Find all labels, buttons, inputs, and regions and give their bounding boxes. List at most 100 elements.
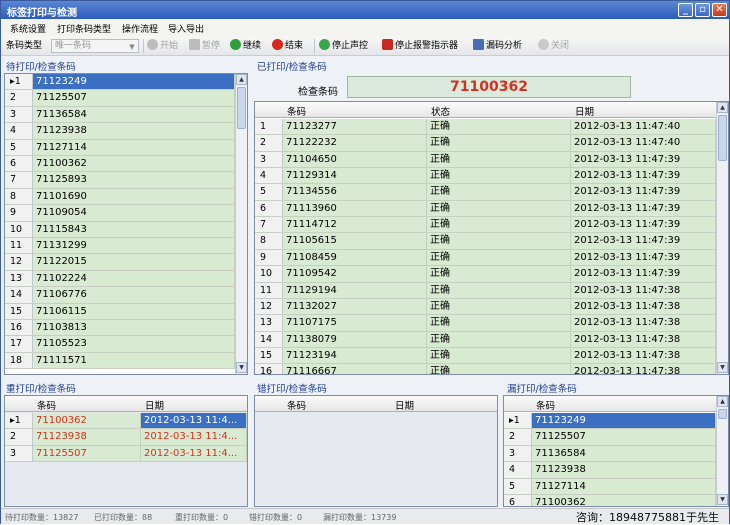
table-row[interactable]: 6 71100362 bbox=[504, 495, 716, 506]
table-row[interactable]: 4 71123938 bbox=[5, 123, 235, 140]
table-row[interactable]: 3 71136584 bbox=[5, 106, 235, 124]
table-row[interactable]: 5 71127114 bbox=[5, 139, 235, 156]
table-row[interactable]: ▸1 71100362 2012-03-13 11:4... bbox=[5, 413, 247, 430]
table-row[interactable]: 11 71131299 bbox=[5, 238, 235, 255]
table-row[interactable]: 13 71107175 正确 2012-03-13 11:47:38 bbox=[255, 315, 716, 332]
menu-print-barcode-type[interactable]: 打印条码类型 bbox=[57, 22, 111, 35]
row-header[interactable]: ▸1 bbox=[5, 74, 33, 90]
row-header[interactable]: 17 bbox=[5, 336, 33, 352]
table-row[interactable]: 6 71113960 正确 2012-03-13 11:47:39 bbox=[255, 200, 716, 218]
table-row[interactable]: 4 71123938 bbox=[504, 462, 716, 479]
table-row[interactable]: 12 71122015 bbox=[5, 254, 235, 271]
table-row[interactable]: 4 71129314 正确 2012-03-13 11:47:39 bbox=[255, 168, 716, 185]
scroll-thumb[interactable] bbox=[237, 87, 246, 129]
row-header[interactable]: 4 bbox=[5, 123, 33, 139]
row-header[interactable]: 3 bbox=[504, 445, 532, 462]
printed-scrollbar[interactable]: ▲ ▼ bbox=[716, 102, 728, 374]
table-row[interactable]: 8 71101690 bbox=[5, 188, 235, 206]
scroll-down-icon[interactable]: ▼ bbox=[717, 494, 728, 505]
table-row[interactable]: 6 71100362 bbox=[5, 156, 235, 173]
row-header[interactable]: ▸1 bbox=[504, 413, 532, 429]
scroll-up-icon[interactable]: ▲ bbox=[717, 102, 728, 113]
col-barcode[interactable]: 条码 bbox=[37, 398, 56, 412]
row-header[interactable]: 14 bbox=[255, 331, 283, 347]
table-row[interactable]: 11 71129194 正确 2012-03-13 11:47:38 bbox=[255, 282, 716, 299]
table-row[interactable]: 3 71136584 bbox=[504, 445, 716, 463]
row-header[interactable]: 13 bbox=[5, 270, 33, 287]
table-row[interactable]: 2 71123938 2012-03-13 11:4... bbox=[5, 429, 247, 446]
stop-alarm-button[interactable]: 停止报警指示器 bbox=[382, 39, 458, 53]
row-header[interactable]: 2 bbox=[5, 90, 33, 106]
minimize-button[interactable]: _ bbox=[678, 3, 693, 17]
col-date[interactable]: 日期 bbox=[145, 398, 164, 412]
scroll-down-icon[interactable]: ▼ bbox=[717, 362, 728, 373]
table-row[interactable]: 7 71125893 bbox=[5, 172, 235, 189]
reprint-grid[interactable]: 条码 日期 ▸1 71100362 2012-03-13 11:4... 2 71123… bbox=[4, 395, 248, 507]
missed-grid[interactable]: 条码 ▸1 71123249 2 71125507 3 71136584 4 71123938… bbox=[503, 395, 729, 507]
row-header[interactable]: 18 bbox=[5, 352, 33, 369]
table-row[interactable]: 5 71127114 bbox=[504, 478, 716, 495]
row-header[interactable]: 9 bbox=[255, 249, 283, 266]
menu-import-export[interactable]: 导入导出 bbox=[168, 22, 204, 35]
row-header[interactable]: 6 bbox=[504, 495, 532, 506]
table-row[interactable]: 9 71109054 bbox=[5, 205, 235, 222]
col-barcode[interactable]: 条码 bbox=[287, 398, 306, 412]
table-row[interactable]: 2 71122232 正确 2012-03-13 11:47:40 bbox=[255, 135, 716, 152]
row-header[interactable]: 6 bbox=[255, 200, 283, 217]
printed-grid[interactable]: 条码 状态 日期 1 71123277 正确 2012-03-13 11:47:40 2… bbox=[254, 101, 729, 375]
table-row[interactable]: ▸1 71123249 bbox=[504, 413, 716, 430]
row-header[interactable]: 5 bbox=[255, 184, 283, 200]
table-row[interactable]: 7 71114712 正确 2012-03-13 11:47:39 bbox=[255, 217, 716, 234]
row-header[interactable]: 12 bbox=[255, 298, 283, 315]
row-header[interactable]: 16 bbox=[5, 320, 33, 336]
row-header[interactable]: 16 bbox=[255, 364, 283, 374]
table-row[interactable]: 15 71106115 bbox=[5, 303, 235, 320]
table-row[interactable]: 16 71103813 bbox=[5, 320, 235, 337]
row-header[interactable]: 10 bbox=[5, 221, 33, 237]
stop-button[interactable]: 结束 bbox=[272, 39, 303, 53]
menu-operation[interactable]: 操作流程 bbox=[122, 22, 158, 35]
row-header[interactable]: 6 bbox=[5, 156, 33, 172]
row-header[interactable]: 2 bbox=[5, 429, 33, 445]
row-header[interactable]: 5 bbox=[504, 478, 532, 494]
scroll-down-icon[interactable]: ▼ bbox=[236, 362, 247, 373]
pending-grid[interactable]: ▸1 71123249 2 71125507 3 71136584 4 71123938 5 71… bbox=[4, 73, 248, 375]
table-row[interactable]: 9 71108459 正确 2012-03-13 11:47:39 bbox=[255, 249, 716, 267]
pending-scrollbar[interactable]: ▲ ▼ bbox=[235, 74, 247, 374]
stop-sound-button[interactable]: 停止声控 bbox=[319, 39, 368, 53]
row-header[interactable]: 3 bbox=[5, 106, 33, 123]
table-row[interactable]: 10 71115843 bbox=[5, 221, 235, 238]
row-header[interactable]: 8 bbox=[5, 188, 33, 205]
table-row[interactable]: 3 71125507 2012-03-13 11:4... bbox=[5, 445, 247, 463]
row-header[interactable]: 8 bbox=[255, 233, 283, 249]
close-window-button[interactable]: ✕ bbox=[712, 3, 727, 17]
table-row[interactable]: 5 71134556 正确 2012-03-13 11:47:39 bbox=[255, 184, 716, 201]
table-row[interactable]: 13 71102224 bbox=[5, 270, 235, 288]
table-row[interactable]: 10 71109542 正确 2012-03-13 11:47:39 bbox=[255, 266, 716, 283]
pause-button[interactable]: 暂停 bbox=[189, 39, 220, 53]
missed-scrollbar[interactable]: ▲ ▼ bbox=[716, 396, 728, 506]
scroll-up-icon[interactable]: ▲ bbox=[717, 396, 728, 407]
col-date[interactable]: 日期 bbox=[395, 398, 414, 412]
row-header[interactable]: 15 bbox=[5, 303, 33, 319]
table-row[interactable]: 2 71125507 bbox=[5, 90, 235, 107]
scroll-thumb[interactable] bbox=[718, 409, 727, 419]
row-header[interactable]: 7 bbox=[5, 172, 33, 188]
row-header[interactable]: 1 bbox=[255, 119, 283, 135]
row-header[interactable]: 3 bbox=[5, 445, 33, 462]
missing-analysis-button[interactable]: 漏码分析 bbox=[473, 39, 522, 53]
table-row[interactable]: 8 71105615 正确 2012-03-13 11:47:39 bbox=[255, 233, 716, 250]
row-header[interactable]: 4 bbox=[255, 168, 283, 184]
table-row[interactable]: 3 71104650 正确 2012-03-13 11:47:39 bbox=[255, 151, 716, 169]
table-row[interactable]: 15 71123194 正确 2012-03-13 11:47:38 bbox=[255, 347, 716, 365]
row-header[interactable]: 11 bbox=[255, 282, 283, 298]
barcode-type-select[interactable]: 唯一条码 ▼ bbox=[51, 39, 139, 53]
scroll-up-icon[interactable]: ▲ bbox=[236, 74, 247, 85]
table-row[interactable]: 16 71116667 正确 2012-03-13 11:47:38 bbox=[255, 364, 716, 374]
row-header[interactable]: 5 bbox=[5, 139, 33, 155]
table-row[interactable]: 14 71138079 正确 2012-03-13 11:47:38 bbox=[255, 331, 716, 348]
start-button[interactable]: 开始 bbox=[147, 39, 178, 53]
row-header[interactable]: ▸1 bbox=[5, 413, 33, 429]
col-barcode[interactable]: 条码 bbox=[287, 104, 306, 118]
table-row[interactable]: 14 71106776 bbox=[5, 287, 235, 304]
